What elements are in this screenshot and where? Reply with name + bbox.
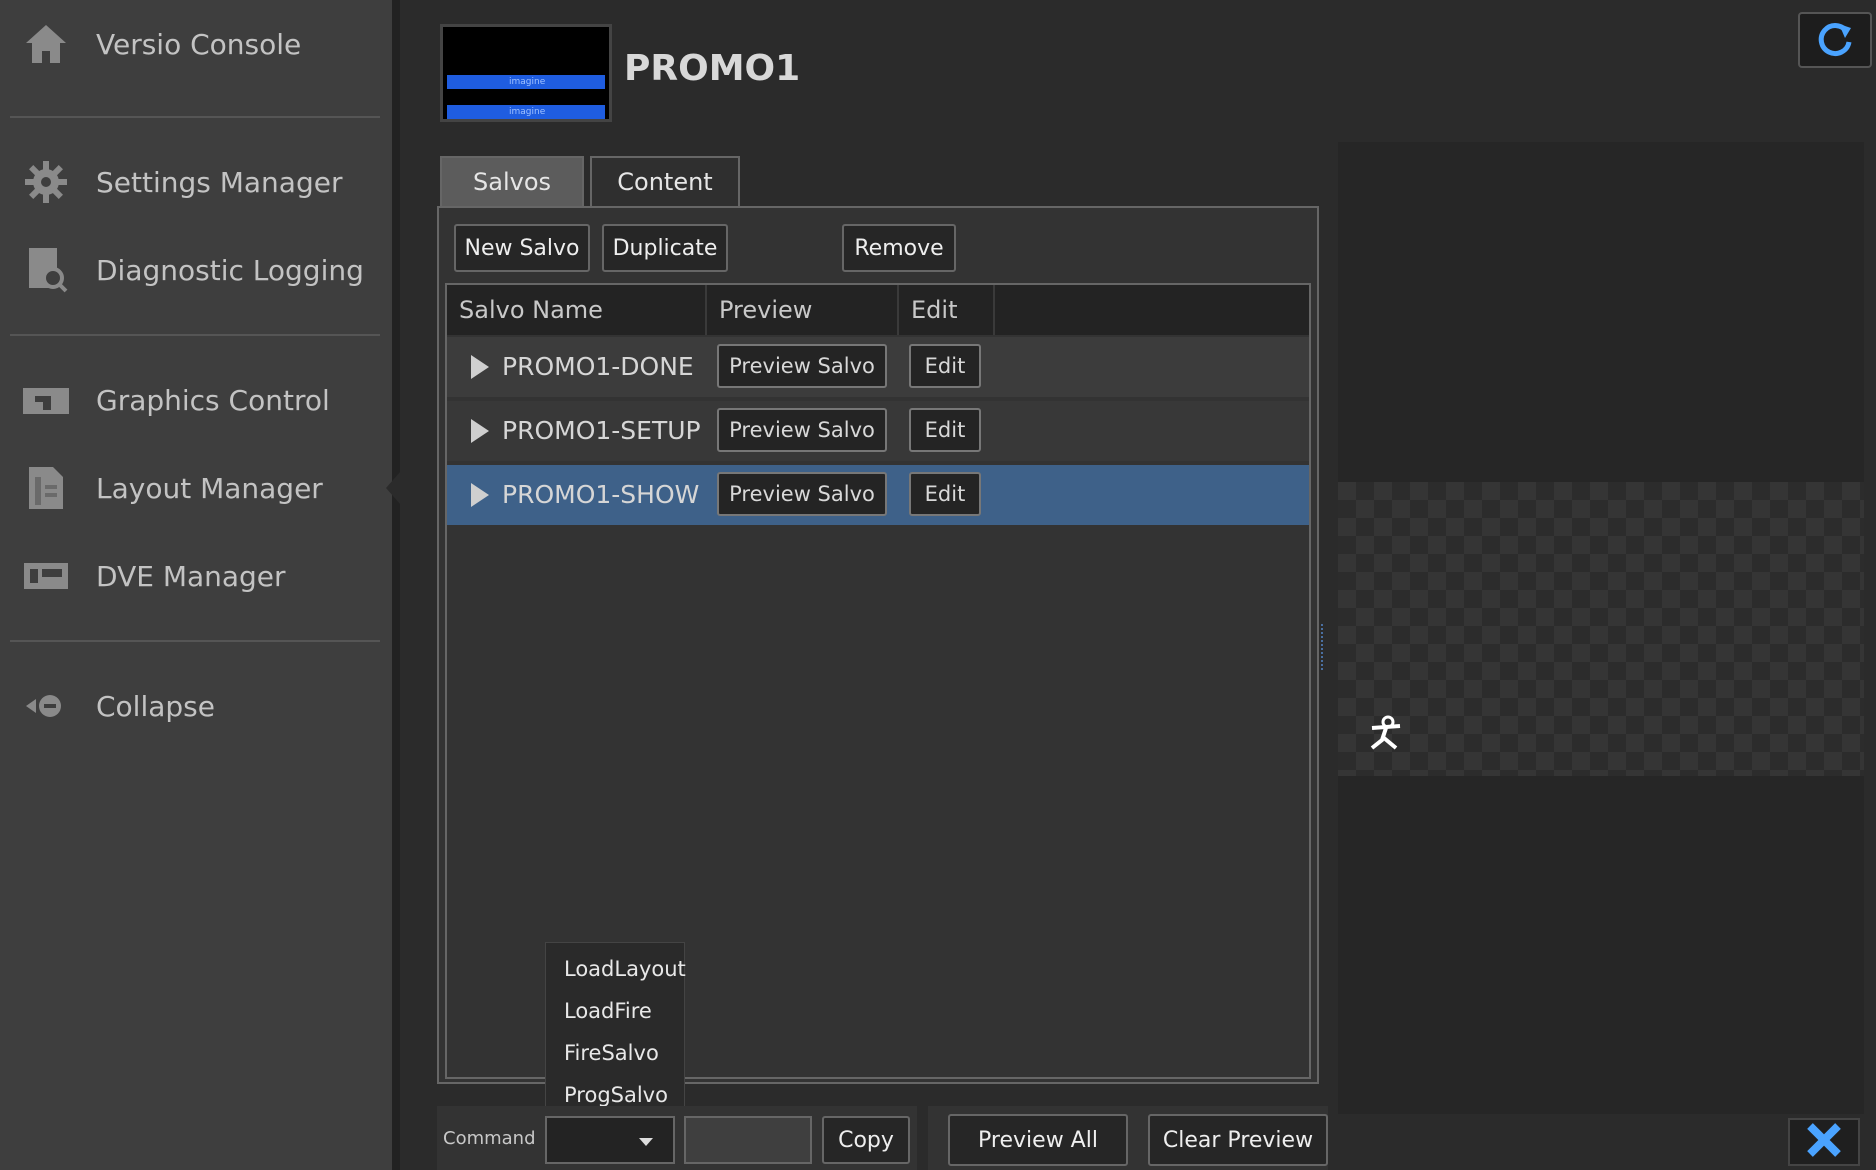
imagine-logo-icon [1366, 714, 1406, 754]
nav-collapse[interactable]: Collapse [0, 674, 392, 738]
command-select[interactable] [545, 1116, 675, 1164]
nav-label: DVE Manager [96, 559, 286, 593]
layout-icon [18, 462, 74, 514]
active-nav-indicator [386, 472, 400, 504]
gear-icon [18, 156, 74, 208]
column-header-salvo-name[interactable]: Salvo Name [447, 285, 707, 335]
page-title: PROMO1 [624, 48, 801, 89]
menu-item-loadlayout[interactable]: LoadLayout [564, 949, 686, 989]
table-row[interactable]: PROMO1-SETUP Preview Salvo Edit [447, 401, 1309, 461]
close-icon [1806, 1122, 1842, 1162]
table-row-selected[interactable]: PROMO1-SHOW Preview Salvo Edit [447, 465, 1309, 525]
nav-dve-manager[interactable]: DVE Manager [0, 544, 392, 608]
table-row[interactable]: PROMO1-DONE Preview Salvo Edit [447, 337, 1309, 397]
menu-item-loadfire[interactable]: LoadFire [564, 991, 652, 1031]
nav-diagnostic-logging[interactable]: Diagnostic Logging [0, 238, 392, 302]
collapse-icon [18, 680, 74, 732]
nav-label: Diagnostic Logging [96, 253, 364, 287]
table-header: Salvo Name Preview Edit [447, 285, 1309, 335]
nav-label: Collapse [96, 689, 215, 723]
layout-thumbnail: imagine imagine [440, 24, 612, 122]
refresh-icon [1815, 18, 1855, 62]
nav-label: Graphics Control [96, 383, 330, 417]
home-icon [18, 18, 74, 70]
thumbnail-logo-text: imagine [509, 107, 546, 117]
refresh-button[interactable] [1798, 12, 1872, 68]
command-label: Command [443, 1128, 536, 1149]
tab-salvos[interactable]: Salvos [440, 156, 584, 208]
chevron-down-icon [639, 1138, 653, 1146]
nav-graphics-control[interactable]: Graphics Control [0, 368, 392, 432]
command-dropdown-menu: LoadLayout LoadFire FireSalvo ProgSalvo [545, 942, 686, 1114]
nav-label: Layout Manager [96, 471, 323, 505]
column-header-preview[interactable]: Preview [707, 285, 899, 335]
preview-salvo-button[interactable]: Preview Salvo [717, 344, 887, 388]
sidebar-divider [10, 116, 380, 118]
nav-label: Versio Console [96, 27, 302, 61]
log-search-icon [18, 244, 74, 296]
nav-settings-manager[interactable]: Settings Manager [0, 150, 392, 214]
expand-arrow-icon[interactable] [471, 419, 489, 443]
preview-area-top [1338, 142, 1864, 482]
sidebar-divider [10, 640, 380, 642]
salvo-name: PROMO1-SETUP [502, 416, 701, 445]
remove-button[interactable]: Remove [842, 224, 956, 272]
preview-all-button[interactable]: Preview All [948, 1114, 1128, 1166]
column-header-edit[interactable]: Edit [899, 285, 995, 335]
nav-versio-console[interactable]: Versio Console [0, 12, 392, 76]
panel-splitter[interactable] [1321, 624, 1325, 670]
preview-salvo-button[interactable]: Preview Salvo [717, 472, 887, 516]
expand-arrow-icon[interactable] [471, 355, 489, 379]
clear-preview-button[interactable]: Clear Preview [1148, 1114, 1328, 1166]
edit-button[interactable]: Edit [909, 472, 981, 516]
close-button[interactable] [1788, 1118, 1860, 1166]
preview-canvas [1338, 482, 1864, 776]
sidebar: Versio Console Settings Manager Diagnost… [0, 0, 400, 1170]
preview-salvo-button[interactable]: Preview Salvo [717, 408, 887, 452]
sidebar-divider [10, 334, 380, 336]
nav-label: Settings Manager [96, 165, 343, 199]
salvo-name: PROMO1-SHOW [502, 480, 700, 509]
sidebar-splitter[interactable] [392, 0, 400, 1170]
expand-arrow-icon[interactable] [471, 483, 489, 507]
thumbnail-logo-text: imagine [509, 77, 546, 87]
command-input[interactable] [684, 1116, 812, 1164]
edit-button[interactable]: Edit [909, 408, 981, 452]
graphics-icon [18, 374, 74, 426]
dve-icon [18, 550, 74, 602]
duplicate-button[interactable]: Duplicate [602, 224, 728, 272]
edit-button[interactable]: Edit [909, 344, 981, 388]
copy-button[interactable]: Copy [822, 1116, 910, 1164]
new-salvo-button[interactable]: New Salvo [454, 224, 590, 272]
nav-layout-manager[interactable]: Layout Manager [0, 456, 392, 520]
menu-item-firesalvo[interactable]: FireSalvo [564, 1033, 659, 1073]
tab-content[interactable]: Content [590, 156, 740, 208]
salvo-name: PROMO1-DONE [502, 352, 694, 381]
preview-area-bottom [1338, 776, 1864, 1114]
